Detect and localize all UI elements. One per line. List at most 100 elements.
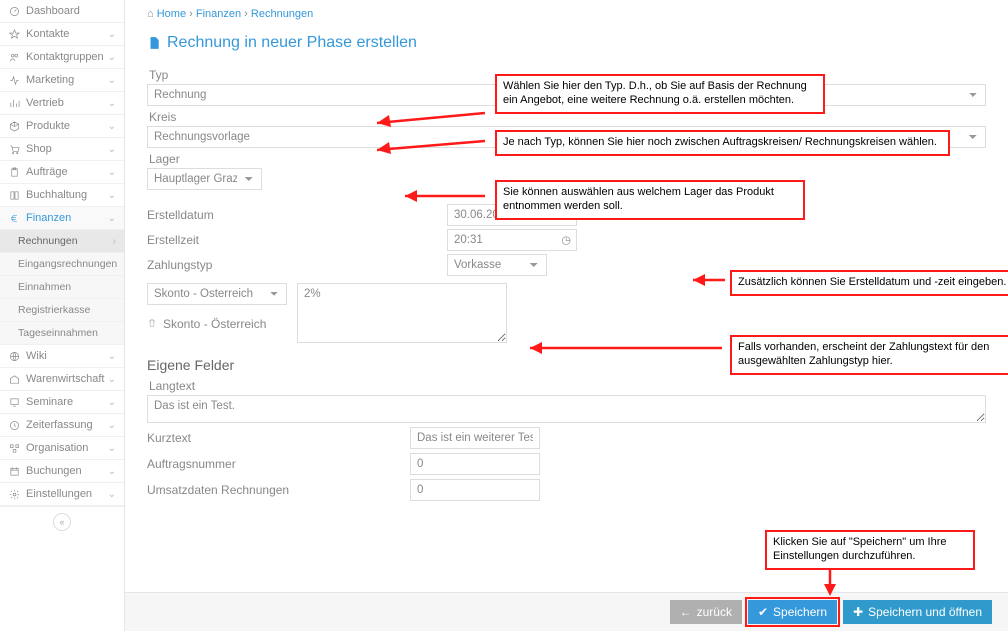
chevron-down-icon: ⌄ xyxy=(108,351,116,362)
sidebar-label: Einstellungen xyxy=(26,488,92,500)
sidebar-sub-rechnungen[interactable]: Rechnungen› xyxy=(0,230,124,253)
clock-icon: ◷ xyxy=(561,233,571,246)
page-title: Rechnung in neuer Phase erstellen xyxy=(147,34,986,52)
sidebar-label: Kontaktgruppen xyxy=(26,51,104,63)
sidebar-label: Wiki xyxy=(26,350,47,362)
sidebar-sub-tageseinnahmen[interactable]: Tageseinnahmen xyxy=(0,322,124,345)
auftragsnummer-input[interactable] xyxy=(410,453,540,475)
file-icon xyxy=(147,36,161,50)
trash-icon[interactable] xyxy=(147,317,157,331)
sidebar-label: Rechnungen xyxy=(18,235,78,247)
chevron-down-icon: ⌄ xyxy=(108,466,116,477)
erstellzeit-label: Erstellzeit xyxy=(147,227,287,252)
kurztext-label: Kurztext xyxy=(147,431,402,445)
sidebar-label: Buchhaltung xyxy=(26,189,87,201)
marketing-icon xyxy=(8,74,20,86)
group-icon xyxy=(8,51,20,63)
sidebar-item-buchhaltung[interactable]: Buchhaltung ⌄ xyxy=(0,184,124,207)
kurztext-input[interactable] xyxy=(410,427,540,449)
breadcrumb: ⌂ Home › Finanzen › Rechnungen xyxy=(147,8,986,20)
sidebar-sub-einnahmen[interactable]: Einnahmen xyxy=(0,276,124,299)
chevron-down-icon: ⌄ xyxy=(108,213,116,224)
zahlungstyp-label: Zahlungstyp xyxy=(147,252,287,277)
seminar-icon xyxy=(8,396,20,408)
sidebar-label: Marketing xyxy=(26,74,74,86)
chevron-down-icon: ⌄ xyxy=(108,190,116,201)
sidebar-item-warenwirtschaft[interactable]: Warenwirtschaft⌄ xyxy=(0,368,124,391)
star-icon xyxy=(8,28,20,40)
sidebar-item-finanzen[interactable]: Finanzen ⌄ xyxy=(0,207,124,230)
sidebar-item-zeiterfassung[interactable]: Zeiterfassung⌄ xyxy=(0,414,124,437)
cube-icon xyxy=(8,120,20,132)
chevron-down-icon: ⌄ xyxy=(108,144,116,155)
sidebar-label: Tageseinnahmen xyxy=(18,327,98,339)
annotation-speichern: Klicken Sie auf "Speichern" um Ihre Eins… xyxy=(765,530,975,570)
langtext-input[interactable]: Das ist ein Test. xyxy=(147,395,986,423)
sidebar-label: Warenwirtschaft xyxy=(26,373,104,385)
sidebar-sub-registrierkasse[interactable]: Registrierkasse xyxy=(0,299,124,322)
sidebar-item-auftraege[interactable]: Aufträge⌄ xyxy=(0,161,124,184)
calendar-icon xyxy=(8,465,20,477)
chevron-down-icon: ⌄ xyxy=(108,52,116,63)
chevron-down-icon: ⌄ xyxy=(108,121,116,132)
sidebar-item-organisation[interactable]: Organisation⌄ xyxy=(0,437,124,460)
sidebar-item-dashboard[interactable]: Dashboard xyxy=(0,0,124,23)
sidebar-label: Buchungen xyxy=(26,465,82,477)
sidebar-label: Registrierkasse xyxy=(18,304,90,316)
breadcrumb-rechnungen[interactable]: Rechnungen xyxy=(251,8,313,20)
sidebar-item-wiki[interactable]: Wiki ⌄ xyxy=(0,345,124,368)
sidebar-label: Finanzen xyxy=(26,212,71,224)
back-button[interactable]: ←zurück xyxy=(670,600,742,624)
zahlungstyp-select[interactable]: Vorkasse xyxy=(447,254,547,276)
auftragsnummer-label: Auftragsnummer xyxy=(147,457,402,471)
breadcrumb-home[interactable]: Home xyxy=(157,8,186,20)
erstellzeit-input[interactable] xyxy=(447,229,577,251)
chevron-left-icon: « xyxy=(53,513,71,531)
sidebar-item-seminare[interactable]: Seminare⌄ xyxy=(0,391,124,414)
sidebar-sub-eingangsrechnungen[interactable]: Eingangsrechnungen xyxy=(0,253,124,276)
footer-actions: ←zurück ✔Speichern ✚Speichern und öffnen xyxy=(125,592,1008,631)
sidebar-label: Zeiterfassung xyxy=(26,419,93,431)
umsatzdaten-label: Umsatzdaten Rechnungen xyxy=(147,483,402,497)
chart-icon xyxy=(8,97,20,109)
lager-select[interactable]: Hauptlager Graz xyxy=(147,168,262,190)
plus-icon: ✚ xyxy=(853,605,863,619)
save-button[interactable]: ✔Speichern xyxy=(748,600,837,624)
sidebar-item-buchungen[interactable]: Buchungen ⌄ xyxy=(0,460,124,483)
sidebar-item-kontaktgruppen[interactable]: Kontaktgruppen ⌄ xyxy=(0,46,124,69)
sidebar-item-marketing[interactable]: Marketing⌄ xyxy=(0,69,124,92)
chevron-down-icon: ⌄ xyxy=(108,98,116,109)
book-icon xyxy=(8,189,20,201)
chevron-down-icon: ⌄ xyxy=(108,397,116,408)
sidebar-label: Shop xyxy=(26,143,52,155)
dashboard-icon xyxy=(8,5,20,17)
langtext-label: Langtext xyxy=(147,379,243,393)
skonto-select[interactable]: Skonto - Österreich xyxy=(147,283,287,305)
sidebar-item-vertrieb[interactable]: Vertrieb⌄ xyxy=(0,92,124,115)
annotation-zeit: Zusätzlich können Sie Erstelldatum und -… xyxy=(730,270,1008,296)
typ-label: Typ xyxy=(147,68,243,82)
sidebar-label: Einnahmen xyxy=(18,281,71,293)
save-open-button[interactable]: ✚Speichern und öffnen xyxy=(843,600,992,624)
annotation-zahlungstext: Falls vorhanden, erscheint der Zahlungst… xyxy=(730,335,1008,375)
erstelldatum-label: Erstelldatum xyxy=(147,202,287,227)
annotation-kreis: Je nach Typ, können Sie hier noch zwisch… xyxy=(495,130,950,156)
umsatzdaten-input[interactable] xyxy=(410,479,540,501)
clock-icon xyxy=(8,419,20,431)
euro-icon xyxy=(8,212,20,224)
annotation-lager: Sie können auswählen aus welchem Lager d… xyxy=(495,180,805,220)
main-content: ⌂ Home › Finanzen › Rechnungen Rechnung … xyxy=(125,0,1008,631)
breadcrumb-finanzen[interactable]: Finanzen xyxy=(196,8,241,20)
chevron-down-icon: ⌄ xyxy=(108,489,116,500)
annotation-typ: Wählen Sie hier den Typ. D.h., ob Sie au… xyxy=(495,74,825,114)
sidebar-item-kontakte[interactable]: Kontakte⌄ xyxy=(0,23,124,46)
sidebar-item-produkte[interactable]: Produkte ⌄ xyxy=(0,115,124,138)
sidebar-item-einstellungen[interactable]: Einstellungen ⌄ xyxy=(0,483,124,506)
sidebar-item-shop[interactable]: Shop ⌄ xyxy=(0,138,124,161)
sidebar-label: Produkte xyxy=(26,120,70,132)
skonto-textarea[interactable]: 2% xyxy=(297,283,507,343)
sidebar-collapse-button[interactable]: « xyxy=(0,506,124,537)
globe-icon xyxy=(8,350,20,362)
home-icon: ⌂ xyxy=(147,8,154,20)
gear-icon xyxy=(8,488,20,500)
